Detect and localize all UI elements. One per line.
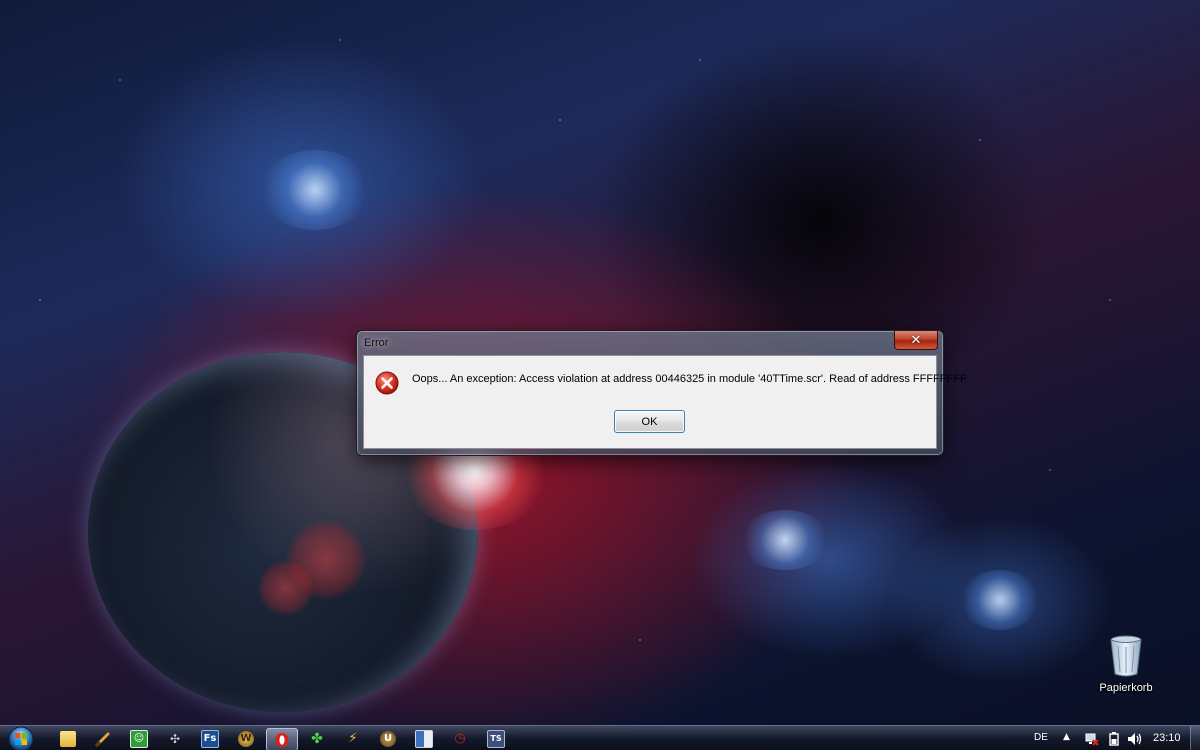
wallpaper-flare-ring bbox=[258, 560, 314, 616]
opera-icon bbox=[275, 732, 289, 747]
dialog-title: Error bbox=[364, 337, 389, 349]
taskbar-item-paint[interactable] bbox=[88, 728, 118, 749]
taskbar-item-bug-app[interactable]: ✣ bbox=[160, 728, 190, 749]
clover-icon: ✤ bbox=[311, 730, 323, 747]
green-app-icon: ☺ bbox=[130, 729, 148, 748]
wallpaper-nebula-glow bbox=[260, 150, 370, 230]
taskbar: ☺ ✣ Fs W ✤ ⚡ U ◷ TS DE ▲ 23:10 bbox=[0, 725, 1200, 750]
recycle-bin-icon bbox=[1110, 635, 1142, 677]
bolt-app-icon: ⚡ bbox=[348, 731, 358, 746]
close-icon: ✕ bbox=[910, 332, 922, 348]
close-button[interactable]: ✕ bbox=[894, 331, 938, 350]
clock[interactable]: 23:10 bbox=[1153, 732, 1181, 744]
brush-icon bbox=[95, 732, 110, 746]
show-hidden-icons-arrow-icon[interactable]: ▲ bbox=[1063, 732, 1070, 742]
taskbar-item-fs[interactable]: Fs bbox=[195, 728, 225, 749]
red-clock-app-icon: ◷ bbox=[454, 731, 466, 746]
warcraft-icon: W bbox=[238, 730, 254, 747]
wallpaper-nebula-glow bbox=[740, 510, 830, 570]
network-icon[interactable] bbox=[1084, 731, 1100, 747]
taskbar-item-explorer[interactable] bbox=[53, 728, 83, 749]
volume-icon[interactable] bbox=[1127, 731, 1143, 747]
desktop-icon-label: Papierkorb bbox=[1099, 682, 1153, 694]
taskbar-item-opera[interactable] bbox=[266, 728, 298, 750]
folder-icon bbox=[60, 730, 76, 747]
wallpaper-nebula-glow bbox=[960, 570, 1040, 630]
error-icon bbox=[375, 371, 399, 395]
ok-button[interactable]: OK bbox=[614, 410, 685, 433]
unreal-icon: U bbox=[380, 730, 396, 747]
taskbar-item-document-app[interactable] bbox=[409, 728, 439, 749]
error-message: Oops... An exception: Access violation a… bbox=[412, 373, 967, 385]
taskbar-item-warcraft[interactable]: W bbox=[231, 728, 261, 749]
language-indicator[interactable]: DE bbox=[1034, 732, 1048, 743]
dialog-body: Oops... An exception: Access violation a… bbox=[363, 355, 967, 449]
taskbar-item-bolt-app[interactable]: ⚡ bbox=[338, 728, 368, 749]
fs-app-icon: Fs bbox=[201, 729, 219, 748]
taskbar-item-teamspeak[interactable]: TS bbox=[481, 728, 511, 749]
error-dialog: Error ✕ Oops... An exception: Access vio… bbox=[356, 330, 967, 456]
bug-icon: ✣ bbox=[169, 731, 181, 746]
taskbar-item-green-app[interactable]: ☺ bbox=[124, 728, 154, 749]
power-icon[interactable] bbox=[1106, 731, 1122, 747]
taskbar-item-unreal[interactable]: U bbox=[373, 728, 403, 749]
taskbar-item-clover-app[interactable]: ✤ bbox=[302, 728, 332, 749]
taskbar-item-red-clock-app[interactable]: ◷ bbox=[445, 728, 475, 749]
show-desktop-button[interactable] bbox=[1190, 726, 1200, 750]
document-app-icon bbox=[415, 729, 433, 748]
desktop-icon-recycle-bin[interactable]: Papierkorb bbox=[1094, 632, 1158, 698]
windows-start-orb-icon[interactable] bbox=[6, 726, 36, 750]
desktop: Error ✕ Oops... An exception: Access vio… bbox=[0, 0, 1200, 750]
teamspeak-icon: TS bbox=[487, 729, 505, 748]
